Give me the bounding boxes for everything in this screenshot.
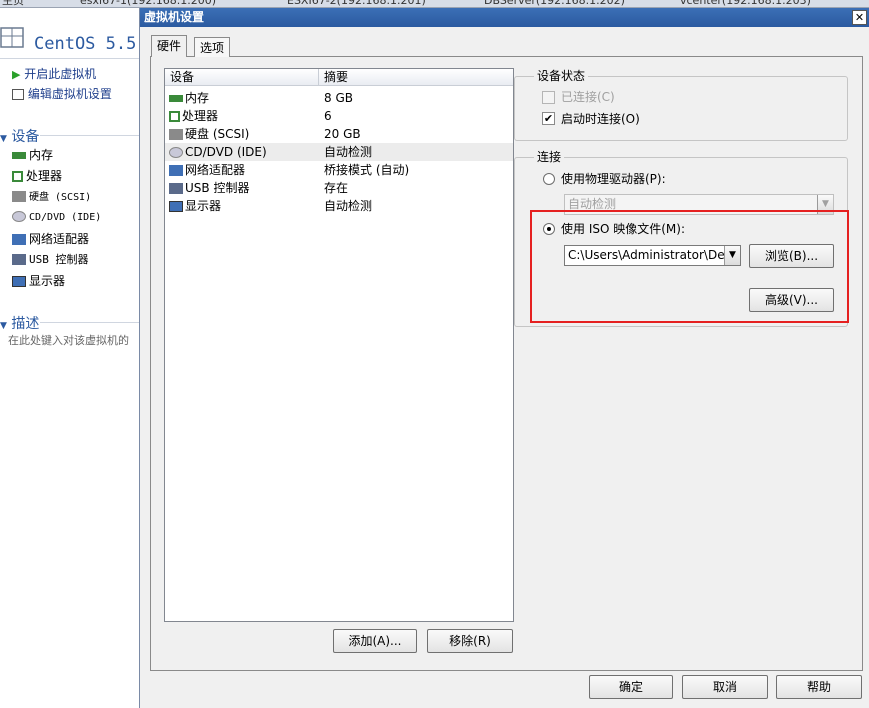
device-summary: 自动检测	[324, 199, 373, 213]
tab-home[interactable]: 主页	[2, 0, 24, 7]
device-status-label: 设备状态	[534, 69, 589, 83]
device-row-hdd[interactable]: 硬盘 (SCSI) 20 GB	[165, 125, 513, 143]
description-placeholder[interactable]: 在此处键入对该虚拟机的	[8, 332, 129, 348]
tab-esxi67-1[interactable]: esxi67-1(192.168.1.200)	[80, 0, 216, 7]
collapse-icon: ▼	[0, 321, 7, 331]
devices-header-label: 设备	[11, 129, 40, 145]
device-name: USB 控制器	[185, 181, 250, 195]
dialog-title-bar: 虚拟机设置	[140, 8, 869, 27]
vm-settings-dialog: 虚拟机设置 ✕ 硬件 选项 设备 摘要 内存 8 GB 处理器 6 硬盘 (SC…	[139, 8, 869, 708]
add-device-button[interactable]: 添加(A)...	[333, 629, 417, 653]
edit-settings-command[interactable]: 编辑虚拟机设置	[12, 85, 112, 102]
left-device-monitor[interactable]: 显示器	[12, 272, 65, 289]
cpu-icon	[169, 111, 180, 122]
left-device-label: CD/DVD (IDE)	[29, 212, 102, 223]
left-device-memory[interactable]: 内存	[12, 146, 53, 163]
background-tab-strip: 主页 esxi67-1(192.168.1.200) ESXI67-2(192.…	[0, 0, 869, 8]
left-device-label: USB 控制器	[29, 253, 89, 266]
connect-at-power-on-label: 启动时连接(O)	[561, 112, 640, 126]
remove-device-button[interactable]: 移除(R)	[427, 629, 513, 653]
device-summary: 桥接模式 (自动)	[324, 163, 410, 177]
memory-icon	[169, 95, 183, 102]
device-summary: 20 GB	[324, 127, 361, 141]
device-row-cpu[interactable]: 处理器 6	[165, 107, 513, 125]
device-summary: 存在	[324, 181, 349, 195]
device-row-memory[interactable]: 内存 8 GB	[165, 89, 513, 107]
check-icon: ✔	[543, 112, 554, 125]
device-row-monitor[interactable]: 显示器 自动检测	[165, 197, 513, 215]
hdd-icon	[169, 129, 183, 140]
hdd-icon	[12, 191, 26, 202]
device-name: CD/DVD (IDE)	[185, 145, 267, 159]
left-device-cpu[interactable]: 处理器	[12, 167, 62, 184]
left-device-hdd[interactable]: 硬盘 (SCSI)	[12, 188, 91, 203]
cancel-button[interactable]: 取消	[682, 675, 768, 699]
column-header-device[interactable]: 设备	[165, 69, 319, 86]
device-name: 内存	[185, 91, 210, 105]
edit-settings-label: 编辑虚拟机设置	[27, 87, 112, 101]
cd-icon	[12, 211, 26, 222]
cpu-icon	[12, 171, 23, 182]
left-device-network[interactable]: 网络适配器	[12, 230, 89, 247]
settings-icon	[12, 89, 24, 100]
left-device-cd[interactable]: CD/DVD (IDE)	[12, 209, 101, 223]
memory-icon	[12, 152, 26, 159]
vm-icon	[0, 27, 24, 48]
device-name: 处理器	[182, 109, 219, 123]
device-summary: 自动检测	[324, 145, 373, 159]
tab-esxi67-2[interactable]: ESXI67-2(192.168.1.201)	[287, 0, 426, 7]
device-summary: 8 GB	[324, 91, 353, 105]
collapse-icon: ▼	[0, 134, 7, 144]
left-device-label: 网络适配器	[29, 232, 90, 246]
cd-icon	[169, 147, 183, 158]
description-section-header[interactable]: ▼ 描述	[0, 313, 39, 333]
description-header-label: 描述	[11, 316, 40, 332]
tab-options[interactable]: 选项	[194, 37, 231, 57]
device-row-usb[interactable]: USB 控制器 存在	[165, 179, 513, 197]
left-device-usb[interactable]: USB 控制器	[12, 251, 89, 267]
left-device-label: 内存	[29, 148, 54, 162]
physical-drive-label: 使用物理驱动器(P):	[561, 172, 666, 186]
play-icon: ▶	[12, 68, 21, 81]
ok-button[interactable]: 确定	[589, 675, 673, 699]
connection-label: 连接	[534, 150, 565, 164]
connected-checkbox[interactable]	[542, 91, 555, 104]
connected-label: 已连接(C)	[561, 90, 615, 104]
devices-section-header[interactable]: ▼ 设备	[0, 126, 39, 146]
device-row-network[interactable]: 网络适配器 桥接模式 (自动)	[165, 161, 513, 179]
left-device-label: 硬盘 (SCSI)	[29, 192, 92, 203]
power-on-command[interactable]: ▶ 开启此虚拟机	[12, 65, 96, 82]
device-summary: 6	[324, 109, 332, 123]
device-row-cd-dvd[interactable]: CD/DVD (IDE) 自动检测	[165, 143, 513, 161]
power-on-label: 开启此虚拟机	[24, 67, 97, 81]
device-name: 网络适配器	[185, 163, 246, 177]
tab-hardware[interactable]: 硬件	[151, 35, 188, 57]
tab-dbserver[interactable]: DBServer(192.168.1.202)	[484, 0, 625, 7]
vm-summary-panel: CentOS 5.5 ▶ 开启此虚拟机 编辑虚拟机设置 ▼ 设备 内存 处理器 …	[0, 8, 140, 708]
device-name: 硬盘 (SCSI)	[185, 127, 250, 141]
dialog-title: 虚拟机设置	[144, 10, 205, 24]
device-list: 设备 摘要 内存 8 GB 处理器 6 硬盘 (SCSI) 20 GB CD/D…	[164, 68, 514, 622]
close-icon[interactable]: ✕	[852, 10, 867, 25]
help-button[interactable]: 帮助	[776, 675, 862, 699]
tab-vcenter[interactable]: vcenter(192.168.1.203)	[680, 0, 811, 7]
column-header-summary[interactable]: 摘要	[319, 69, 513, 86]
monitor-icon	[12, 276, 26, 287]
device-status-group	[514, 76, 848, 141]
connect-at-power-on-checkbox[interactable]: ✔	[542, 112, 555, 125]
highlight-box	[530, 210, 849, 323]
network-icon	[169, 165, 183, 176]
device-name: 显示器	[185, 199, 222, 213]
physical-drive-radio[interactable]	[543, 173, 555, 185]
left-device-label: 显示器	[29, 274, 66, 288]
vm-title: CentOS 5.5	[34, 34, 137, 54]
usb-icon	[169, 183, 183, 194]
physical-drive-value: 自动检测	[568, 197, 617, 211]
network-icon	[12, 234, 26, 245]
left-device-label: 处理器	[26, 169, 63, 183]
monitor-icon	[169, 201, 183, 212]
usb-icon	[12, 254, 26, 265]
